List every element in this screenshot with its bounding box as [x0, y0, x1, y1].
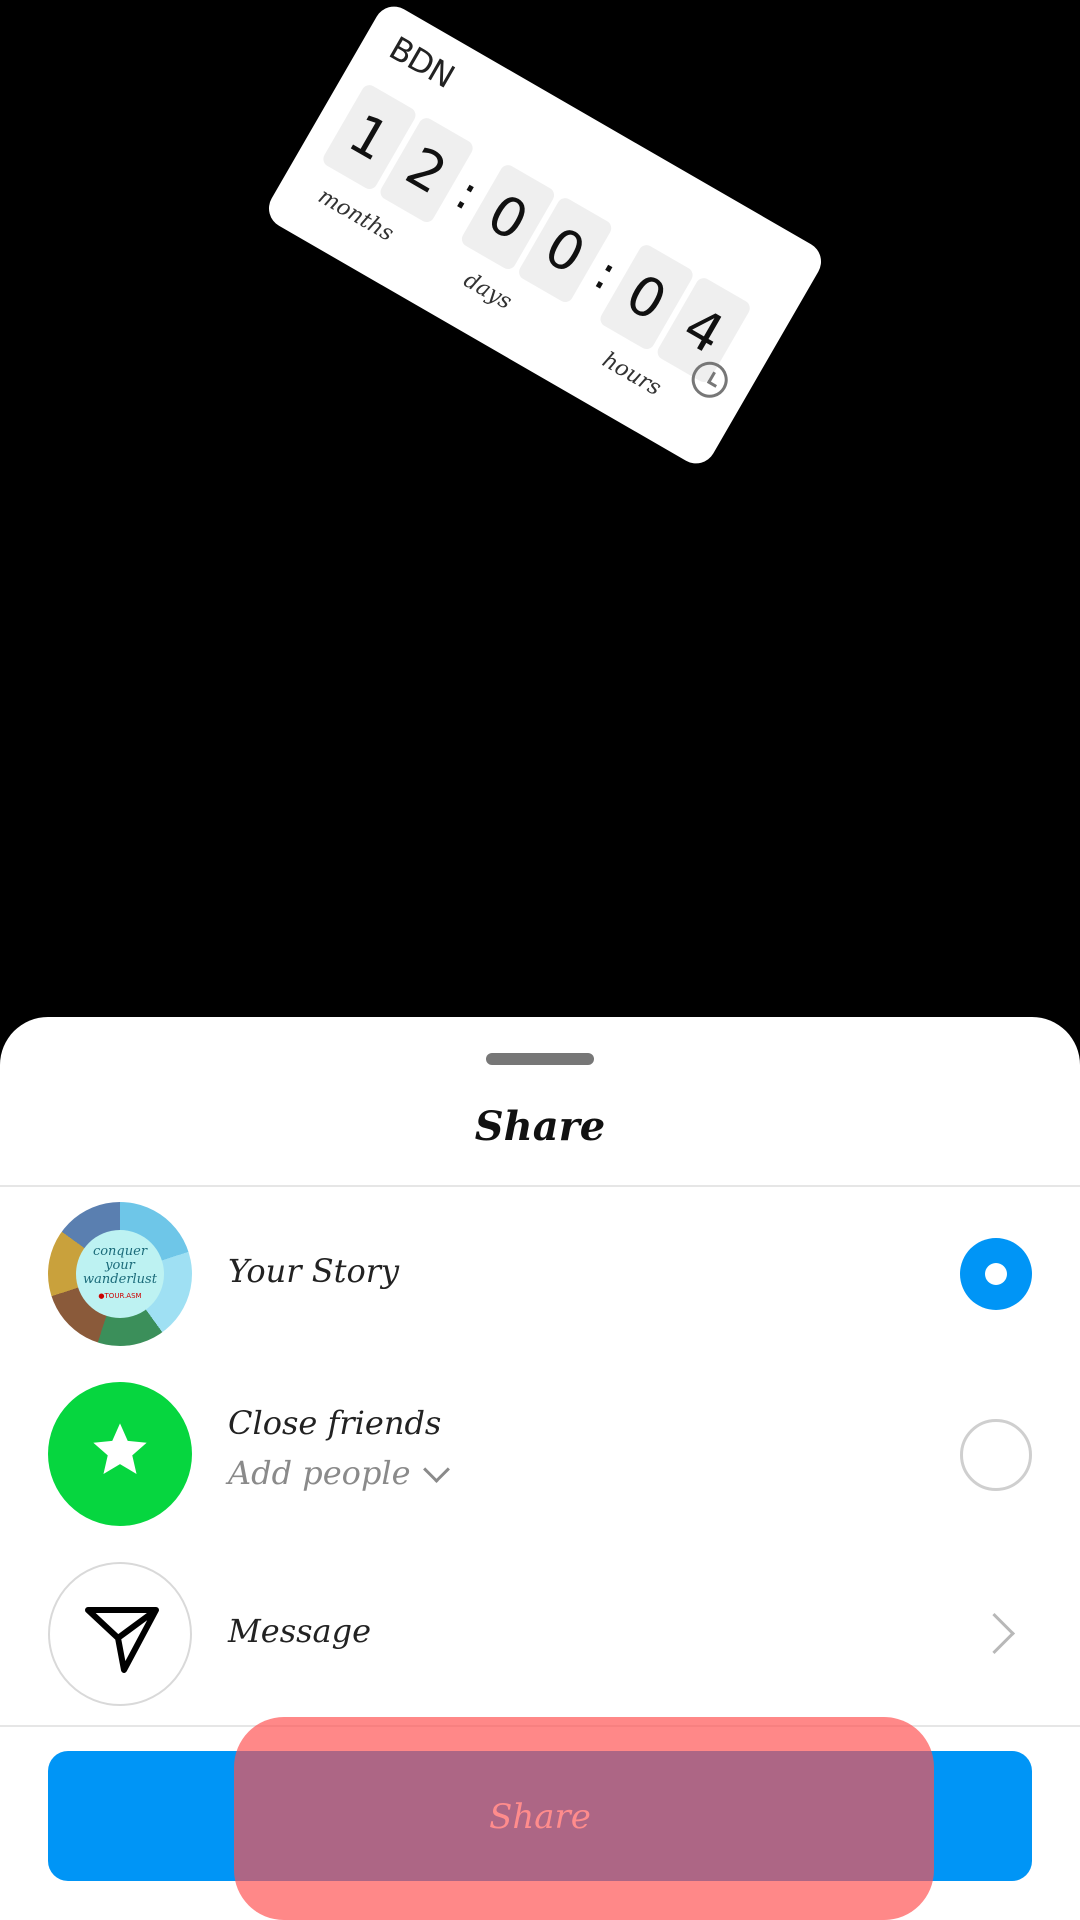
avatar-badge: conquer your wanderlust ●TOUR.ASM	[76, 1230, 164, 1318]
close-friends-radio[interactable]	[960, 1419, 1032, 1491]
avatar-text-line: wanderlust	[83, 1272, 157, 1287]
add-people-dropdown[interactable]: Add people	[228, 1454, 450, 1492]
chevron-right-icon	[973, 1612, 1016, 1655]
avatar-tag: ●TOUR.ASM	[98, 1292, 142, 1300]
sheet-grabber[interactable]	[486, 1053, 594, 1065]
unit-days: days	[459, 267, 516, 315]
divider	[0, 1725, 1080, 1727]
share-button[interactable]	[48, 1751, 1032, 1881]
close-friends-option[interactable]: Close friends Add people	[0, 1382, 1080, 1532]
chevron-down-icon	[422, 1455, 450, 1483]
sticker-title: BDN	[382, 28, 461, 96]
your-story-label: Your Story	[228, 1252, 400, 1290]
message-label: Message	[228, 1612, 372, 1650]
screen: BDN 1 2 : 0 0 : 0 4 months days hours Sh…	[0, 0, 1080, 1920]
close-friends-label: Close friends	[228, 1404, 442, 1442]
message-option[interactable]: Message	[0, 1562, 1080, 1712]
star-icon	[93, 1423, 147, 1474]
your-story-option[interactable]: conquer your wanderlust ●TOUR.ASM Your S…	[0, 1202, 1080, 1352]
avatar: conquer your wanderlust ●TOUR.ASM	[48, 1202, 192, 1346]
add-people-label: Add people	[228, 1454, 411, 1492]
paper-plane-icon	[85, 1607, 159, 1673]
divider	[0, 1185, 1080, 1187]
close-friends-avatar	[48, 1382, 192, 1526]
share-sheet: Share conquer your wanderlust ●TOUR.ASM …	[0, 1017, 1080, 1920]
sheet-title: Share	[474, 1103, 606, 1150]
countdown-sticker[interactable]: BDN 1 2 : 0 0 : 0 4 months days hours	[261, 0, 829, 471]
unit-hours: hours	[597, 347, 666, 402]
avatar-text-line: your	[105, 1258, 135, 1273]
message-avatar	[48, 1562, 192, 1706]
your-story-radio[interactable]	[960, 1238, 1032, 1310]
avatar-text-line: conquer	[92, 1244, 148, 1259]
